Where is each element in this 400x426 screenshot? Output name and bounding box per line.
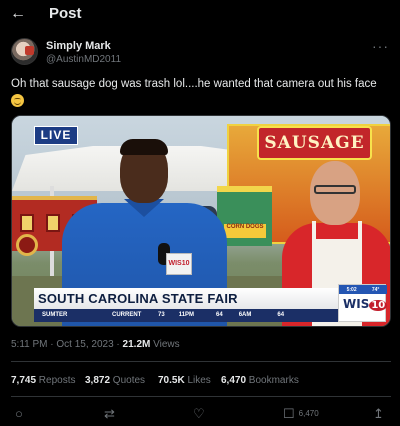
video-player[interactable]: SAUSAGE CORN DOGS WIS10 LIVE SOUTH CAROL… <box>11 115 391 327</box>
views-label: Views <box>150 339 180 350</box>
grinning-face-emoji-icon <box>11 94 24 107</box>
reposts-stat[interactable]: 7,745 Reposts <box>11 375 76 386</box>
views-count: 21.2M <box>122 339 151 350</box>
quotes-label: Quotes <box>110 375 146 386</box>
share-icon[interactable]: ↥ <box>373 404 384 424</box>
bookmarks-stat[interactable]: 6,470 Bookmarks <box>221 375 299 386</box>
bookmark-icon: ☐ <box>283 406 295 421</box>
ticker-current-label: CURRENT <box>112 312 142 318</box>
author-display-name[interactable]: Simply Mark <box>46 40 111 52</box>
bookmarks-label: Bookmarks <box>246 375 299 386</box>
ticker-location: SUMTER <box>42 312 68 318</box>
sausage-sign: SAUSAGE <box>257 126 372 160</box>
likes-label: Likes <box>184 375 211 386</box>
more-options-icon[interactable]: ··· <box>372 38 389 54</box>
post-author: Simply Mark @AustinMD2011 ··· <box>11 38 391 68</box>
avatar-badge <box>25 46 34 55</box>
reposts-count: 7,745 <box>11 375 37 386</box>
quotes-count: 3,872 <box>85 375 111 386</box>
ticker-time-2: 6AM <box>238 312 252 318</box>
trailer-wheel <box>16 234 38 256</box>
likes-count: 70.5K <box>158 375 185 386</box>
avatar[interactable] <box>11 38 38 65</box>
bookmarks-count: 6,470 <box>221 375 247 386</box>
station-temp: 74° <box>371 286 380 293</box>
corn-dog-sign: CORN DOGS <box>224 224 266 238</box>
bookmark-button[interactable]: ☐ 6,470 <box>283 404 319 424</box>
reposts-label: Reposts <box>36 375 76 386</box>
weather-ticker: SUMTER CURRENT 73 11PM 64 6AM 64 <box>34 309 338 322</box>
ticker-temp-2: 64 <box>277 312 285 318</box>
station-time: 5:02 <box>346 286 357 293</box>
reply-icon[interactable]: ○ <box>15 404 23 424</box>
reporter-hair <box>120 139 168 155</box>
mic-flag: WIS10 <box>166 253 192 275</box>
author-handle[interactable]: @AustinMD2011 <box>46 54 121 65</box>
post-text: Oh that sausage dog was trash lol....he … <box>11 77 391 110</box>
post-time[interactable]: 5:11 PM · Oct 15, 2023 · <box>11 339 123 350</box>
station-bug: 5:02 74° WIS 10 <box>338 284 388 322</box>
station-logo-number: 10 <box>369 300 388 311</box>
likes-stat[interactable]: 70.5K Likes <box>158 375 211 386</box>
ticker-current-temp: 73 <box>158 312 165 318</box>
glasses-icon <box>314 185 356 194</box>
repost-icon[interactable]: ⇄ <box>104 404 115 424</box>
top-bar: ← Post <box>0 0 400 28</box>
trailer-window <box>46 214 60 232</box>
quotes-stat[interactable]: 3,872 Quotes <box>85 375 145 386</box>
station-logo: WIS 10 <box>343 297 388 311</box>
bookmark-count: 6,470 <box>298 409 319 418</box>
station-bug-header: 5:02 74° <box>339 285 387 294</box>
station-logo-text: WIS <box>343 297 370 311</box>
post-timestamp: 5:11 PM · Oct 15, 2023 · 21.2M Views <box>11 339 180 350</box>
back-arrow-icon[interactable]: ← <box>10 4 30 24</box>
action-bar: ○ ⇄ ♡ ☐ 6,470 ↥ <box>0 404 400 424</box>
trailer-window <box>20 214 34 232</box>
divider <box>11 396 391 397</box>
ticker-temp-1: 64 <box>216 312 223 318</box>
ticker-time-1: 11PM <box>178 312 195 318</box>
live-badge: LIVE <box>34 126 78 145</box>
post-text-body: Oh that sausage dog was trash lol....he … <box>11 78 377 90</box>
page-title: Post <box>49 5 82 22</box>
lower-third-title: SOUTH CAROLINA STATE FAIR <box>34 288 338 309</box>
divider <box>11 361 391 362</box>
like-icon[interactable]: ♡ <box>193 404 205 424</box>
